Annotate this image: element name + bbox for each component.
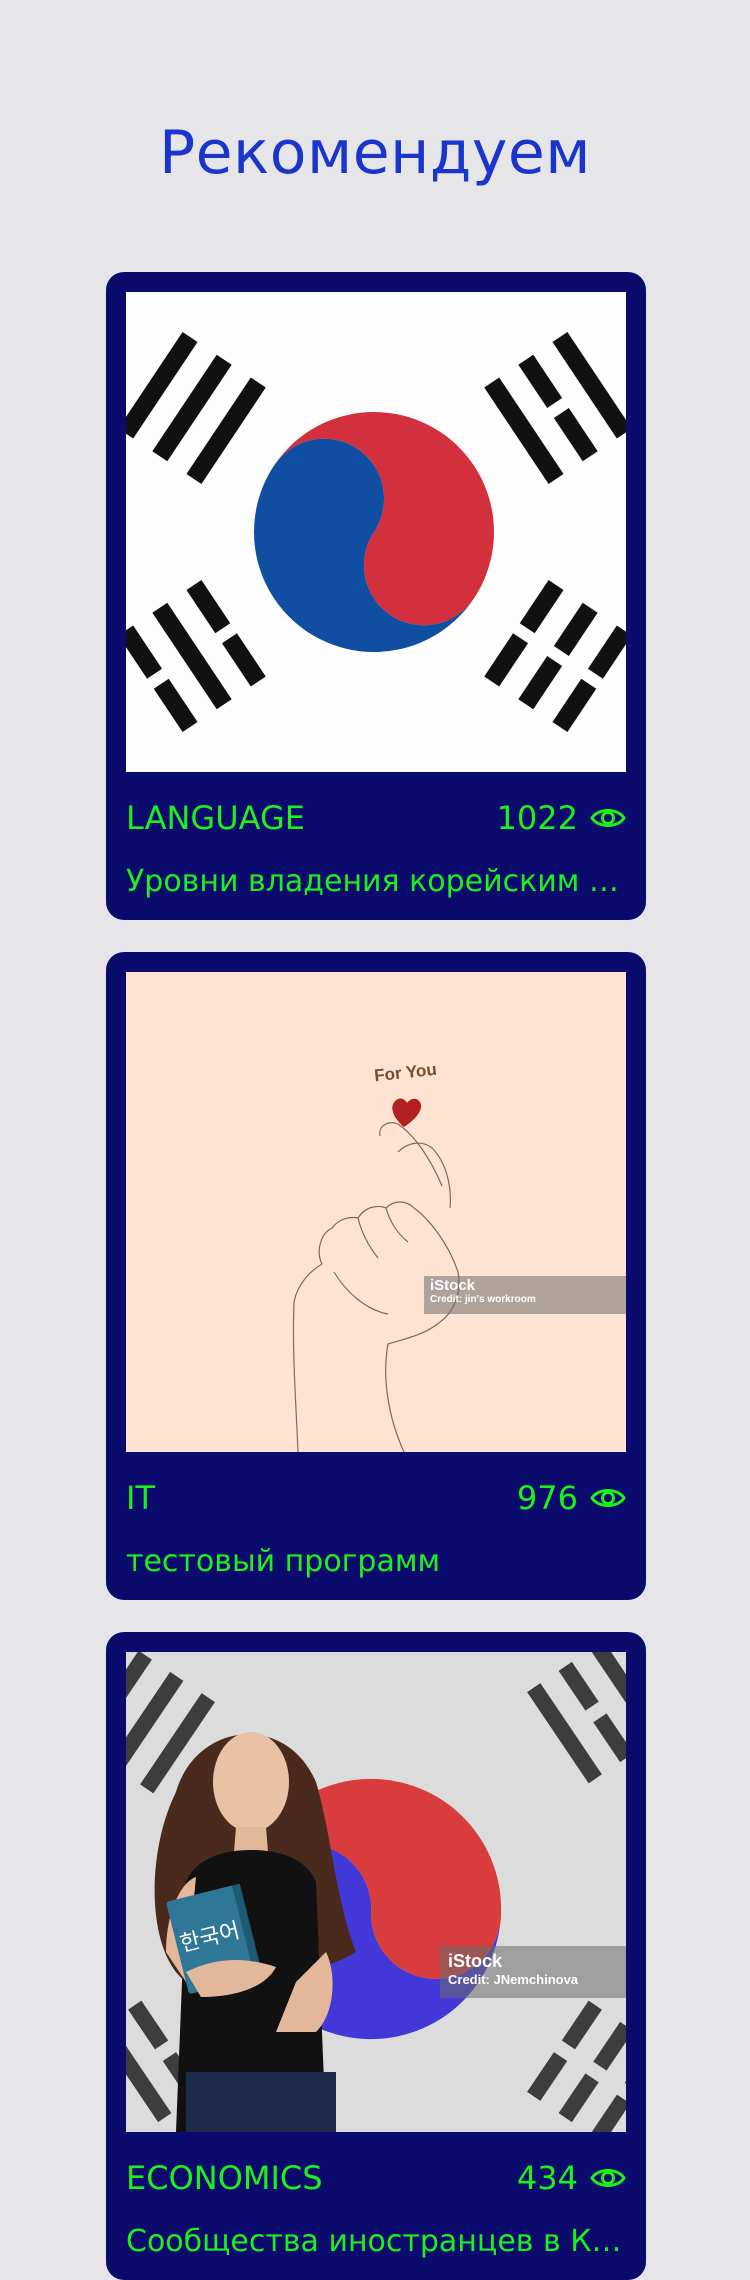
card-view-count: 1022	[496, 799, 578, 837]
eye-icon	[590, 1489, 626, 1507]
card-view-count: 434	[516, 2159, 578, 2197]
card-category: ECONOMICS	[126, 2159, 323, 2197]
stock-watermark: iStock Credit: JNemchinova	[440, 1946, 626, 1998]
card-image-finger-heart: For You iStock Credit: jin's workroom	[126, 972, 626, 1452]
recommendation-card[interactable]: For You iStock Credit: jin's workroom IT…	[106, 952, 646, 1600]
watermark-credit: Credit: jin's workroom	[430, 1294, 536, 1305]
card-category: LANGUAGE	[126, 799, 305, 837]
watermark-brand: iStock	[430, 1277, 476, 1294]
recommendation-card[interactable]: LANGUAGE 1022 Уровни владения корейским …	[106, 272, 646, 920]
watermark-brand: iStock	[448, 1951, 503, 1971]
watermark-credit: Credit: JNemchinova	[448, 1972, 579, 1987]
card-image-korean-flag	[126, 292, 626, 772]
card-view-count: 976	[516, 1479, 578, 1517]
eye-icon	[590, 2169, 626, 2187]
card-description: Сообщества иностранцев в Корее	[126, 2224, 626, 2259]
eye-icon	[590, 809, 626, 827]
card-image-woman-korean-book: 한국어 iStock Credit: JNemchinova	[126, 1652, 626, 2132]
page-title: Рекомендуем	[158, 118, 592, 188]
card-description: тестовый программ	[126, 1544, 441, 1579]
stock-watermark: iStock Credit: jin's workroom	[424, 1276, 626, 1314]
card-description: Уровни владения корейским языком	[126, 864, 626, 899]
recommendation-card[interactable]: 한국어 iStock Credit: JNemchinova ECONOMICS…	[106, 1632, 646, 2280]
card-category: IT	[126, 1479, 155, 1517]
